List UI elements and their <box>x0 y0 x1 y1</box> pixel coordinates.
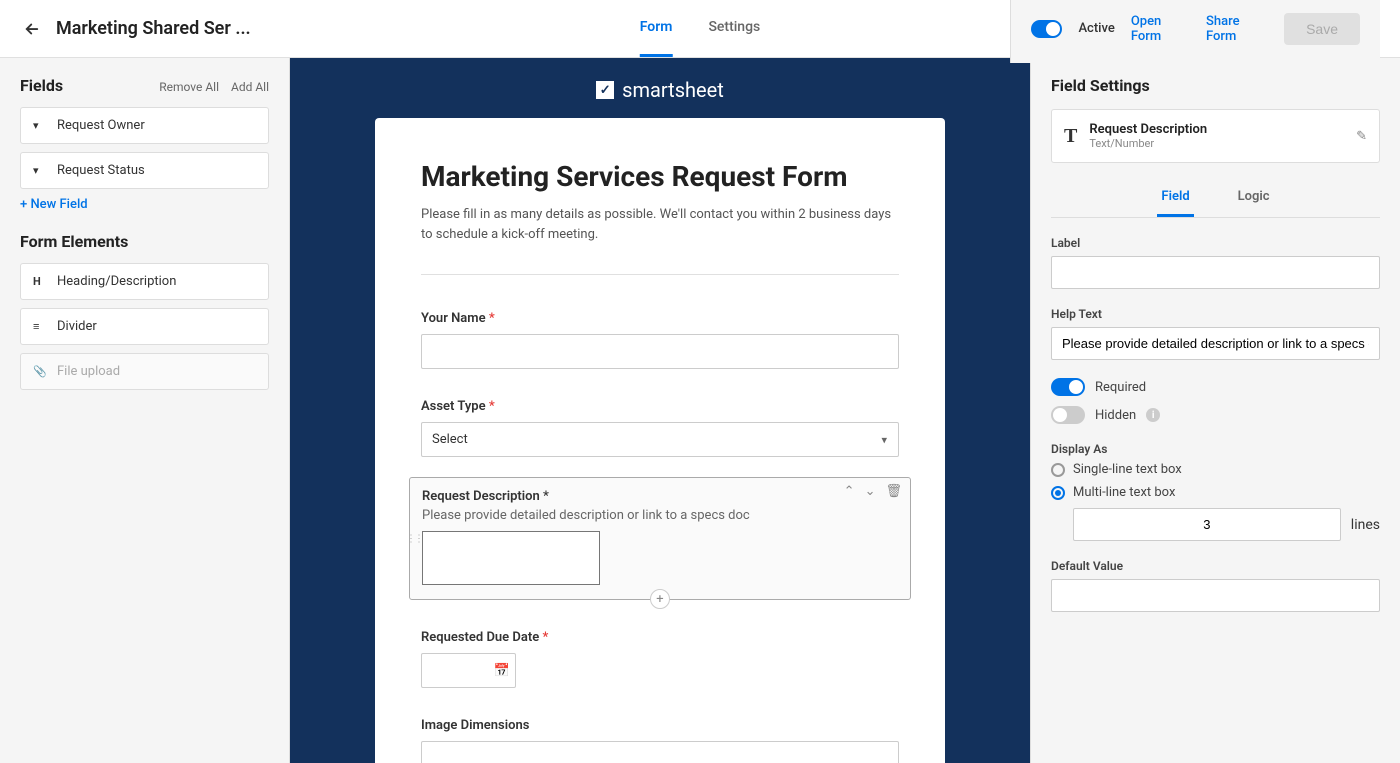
request-description-help: Please provide detailed description or l… <box>422 508 898 523</box>
brand-logo: ✓ smartsheet <box>290 58 1030 118</box>
field-settings-type: Text/Number <box>1089 137 1207 150</box>
your-name-label: Your Name * <box>421 311 899 326</box>
share-form-link[interactable]: Share Form <box>1206 14 1268 44</box>
element-label: Divider <box>57 319 97 334</box>
save-button[interactable]: Save <box>1284 13 1360 45</box>
lines-input[interactable] <box>1073 508 1341 541</box>
add-all-link[interactable]: Add All <box>231 80 269 94</box>
label-label: Label <box>1051 236 1380 250</box>
dropdown-icon: ▾ <box>33 119 47 132</box>
asset-type-select[interactable]: Select <box>421 422 899 457</box>
tab-settings[interactable]: Settings <box>708 0 760 57</box>
required-label: Required <box>1095 380 1146 395</box>
field-item-request-owner[interactable]: ▾ Request Owner <box>20 107 269 144</box>
image-dimensions-input[interactable] <box>421 741 899 763</box>
form-title: Marketing Services Request Form <box>421 160 899 193</box>
display-as-label: Display As <box>1051 442 1380 456</box>
remove-all-link[interactable]: Remove All <box>159 80 219 94</box>
hidden-label: Hidden <box>1095 408 1136 423</box>
asset-type-label: Asset Type * <box>421 399 899 414</box>
radio-single-line[interactable]: Single-line text box <box>1051 462 1380 477</box>
fields-heading: Fields <box>20 76 63 95</box>
tab-form[interactable]: Form <box>640 0 673 57</box>
element-label: Heading/Description <box>57 274 176 289</box>
field-item-label: Request Status <box>57 163 145 178</box>
label-input[interactable] <box>1051 256 1380 289</box>
logo-icon: ✓ <box>596 81 614 99</box>
field-item-label: Request Owner <box>57 118 145 133</box>
edit-icon[interactable]: ✎ <box>1356 129 1367 144</box>
radio-icon <box>1051 486 1065 500</box>
help-text-input[interactable] <box>1051 327 1380 360</box>
info-icon[interactable]: i <box>1146 408 1160 422</box>
calendar-icon[interactable]: 📅 <box>494 663 510 678</box>
drag-handle-icon[interactable]: ⋮⋮ <box>406 533 422 544</box>
radio-label: Single-line text box <box>1073 462 1182 477</box>
back-button[interactable] <box>20 17 44 41</box>
field-settings-name: Request Description <box>1089 122 1207 137</box>
divider-icon: ≡ <box>33 320 47 333</box>
element-divider[interactable]: ≡ Divider <box>20 308 269 345</box>
page-title: Marketing Shared Ser ... <box>56 18 251 39</box>
requested-due-date-label: Requested Due Date * <box>421 630 899 645</box>
form-elements-heading: Form Elements <box>20 232 269 251</box>
new-field-button[interactable]: + New Field <box>20 197 269 212</box>
default-value-label: Default Value <box>1051 559 1380 573</box>
element-file-upload[interactable]: 📎 File upload <box>20 353 269 390</box>
radio-multi-line[interactable]: Multi-line text box <box>1051 485 1380 500</box>
text-type-icon: T <box>1064 125 1077 148</box>
image-dimensions-label: Image Dimensions <box>421 718 899 733</box>
help-text-label: Help Text <box>1051 307 1380 321</box>
element-label: File upload <box>57 364 120 379</box>
heading-icon: H <box>33 275 47 288</box>
selected-form-field[interactable]: ⋮⋮ ⌃ ⌄ 🗑 Request Description * Please pr… <box>409 477 911 600</box>
radio-label: Multi-line text box <box>1073 485 1175 500</box>
move-up-icon[interactable]: ⌃ <box>844 484 855 499</box>
default-value-input[interactable] <box>1051 579 1380 612</box>
hidden-toggle[interactable] <box>1051 406 1085 424</box>
field-item-request-status[interactable]: ▾ Request Status <box>20 152 269 189</box>
active-toggle[interactable] <box>1031 20 1062 38</box>
add-field-below-button[interactable]: + <box>650 589 670 609</box>
tab-logic[interactable]: Logic <box>1234 179 1274 217</box>
attachment-icon: 📎 <box>33 365 47 378</box>
delete-icon[interactable]: 🗑 <box>885 484 902 499</box>
radio-icon <box>1051 463 1065 477</box>
field-settings-heading: Field Settings <box>1051 76 1380 95</box>
move-down-icon[interactable]: ⌄ <box>865 484 876 499</box>
lines-label: lines <box>1351 517 1380 533</box>
your-name-input[interactable] <box>421 334 899 369</box>
form-description: Please fill in as many details as possib… <box>421 205 899 275</box>
active-label: Active <box>1078 21 1114 36</box>
dropdown-icon: ▾ <box>33 164 47 177</box>
required-toggle[interactable] <box>1051 378 1085 396</box>
brand-text: smartsheet <box>622 78 724 102</box>
request-description-label: Request Description * <box>422 489 549 504</box>
open-form-link[interactable]: Open Form <box>1131 14 1190 44</box>
field-settings-card: T Request Description Text/Number ✎ <box>1051 109 1380 163</box>
request-description-textarea[interactable] <box>422 531 600 585</box>
element-heading-description[interactable]: H Heading/Description <box>20 263 269 300</box>
tab-field[interactable]: Field <box>1157 179 1193 217</box>
